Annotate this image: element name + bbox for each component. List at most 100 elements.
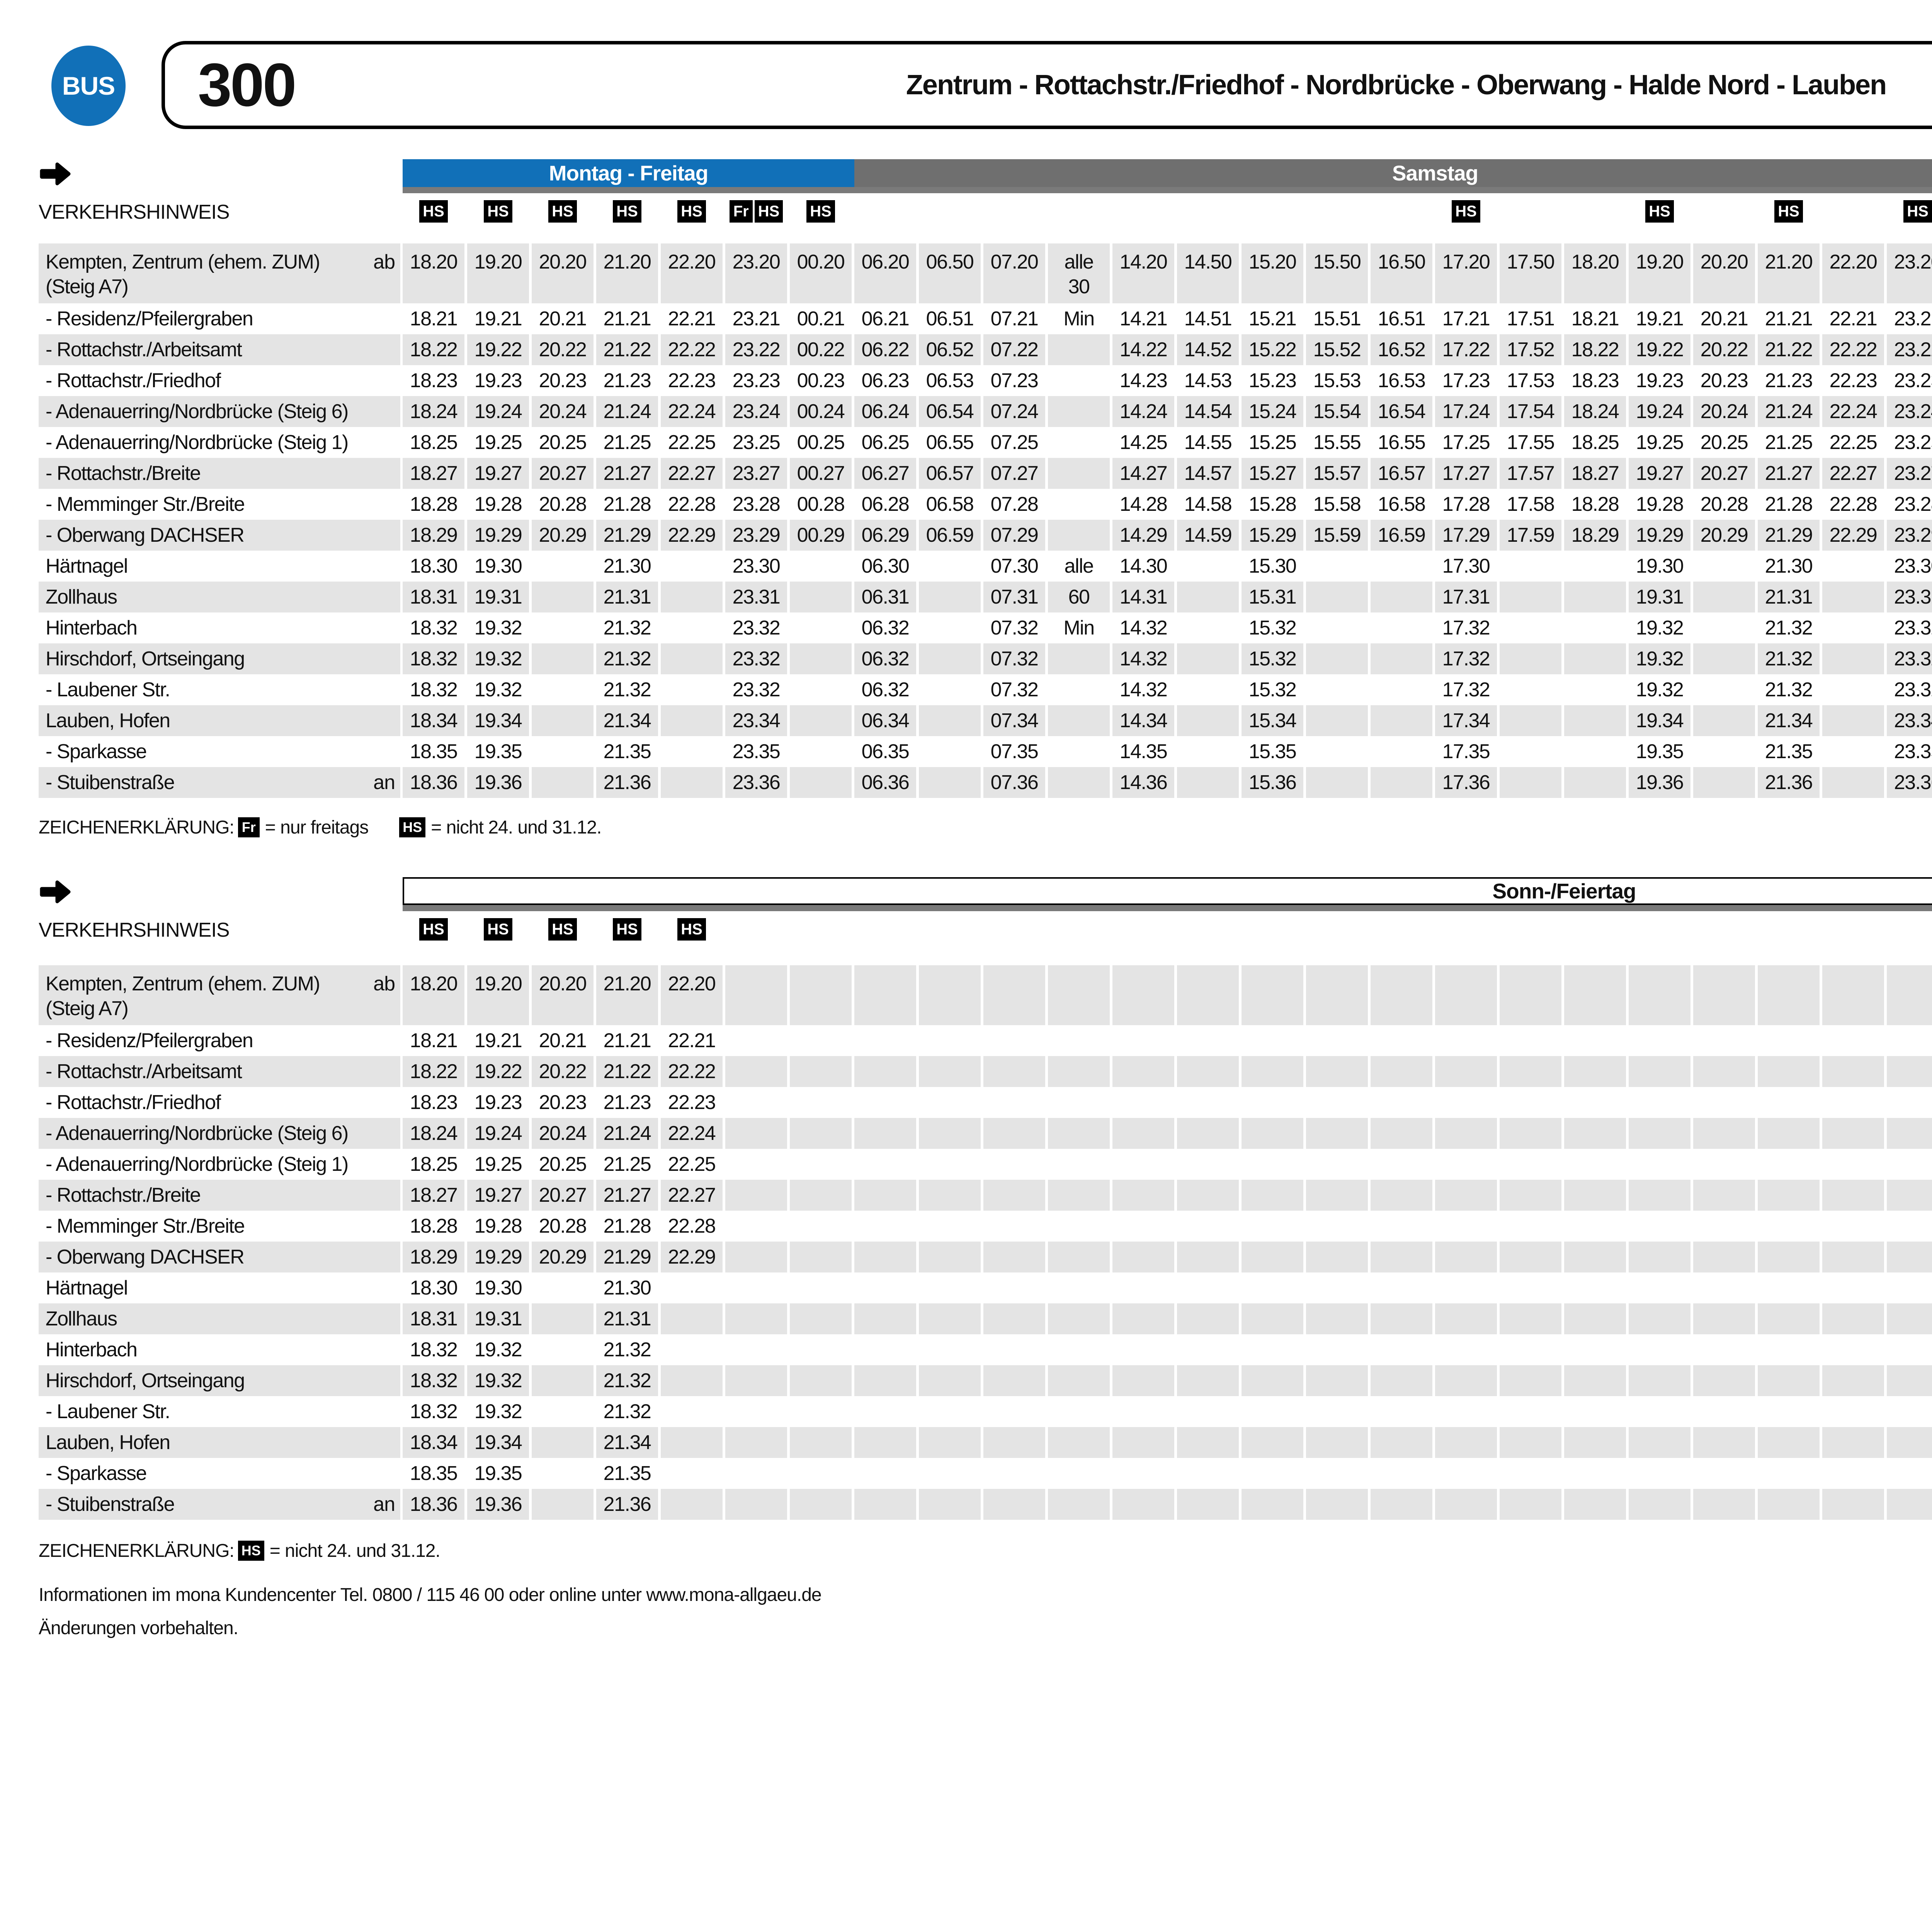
time-cell: 19.27 xyxy=(467,458,529,489)
cell-bg xyxy=(1112,1303,1174,1334)
time-cell: 23.20 xyxy=(1887,243,1932,274)
time-cell: 17.55 xyxy=(1500,427,1561,458)
time-cell: 17.32 xyxy=(1435,643,1497,674)
fr-badge: Fr xyxy=(730,200,753,223)
cell-bg xyxy=(1112,1365,1174,1396)
time-cell: 19.29 xyxy=(467,1242,529,1272)
traffic-note-marks: HS xyxy=(1435,200,1497,223)
time-cell: 14.25 xyxy=(1112,427,1174,458)
time-cell: 18.36 xyxy=(403,1489,464,1520)
time-cell: 21.29 xyxy=(596,520,658,551)
time-cell: 00.21 xyxy=(790,303,852,334)
station-name: - Rottachstr./Arbeitsamt xyxy=(46,334,242,365)
cell-bg xyxy=(1693,965,1755,1025)
time-cell: 14.54 xyxy=(1177,396,1239,427)
time-cell: 20.22 xyxy=(532,334,594,365)
frequency-note: alle xyxy=(1048,551,1110,582)
cell-bg xyxy=(532,705,594,736)
time-cell: 14.27 xyxy=(1112,458,1174,489)
cell-bg xyxy=(1177,1427,1239,1458)
time-cell: 19.21 xyxy=(467,303,529,334)
time-cell: 14.35 xyxy=(1112,736,1174,767)
time-cell: 21.23 xyxy=(596,365,658,396)
time-cell: 18.32 xyxy=(403,674,464,705)
hs-badge: HS xyxy=(484,200,512,223)
time-cell: 17.36 xyxy=(1435,767,1497,798)
cell-bg xyxy=(919,1303,981,1334)
time-cell: 21.22 xyxy=(596,334,658,365)
hs-badge: HS xyxy=(1645,200,1674,223)
time-cell: 18.32 xyxy=(403,1396,464,1427)
cell-bg xyxy=(1822,1303,1884,1334)
legend-text: = nicht 24. und 31.12. xyxy=(270,1540,440,1562)
station-name: - Sparkasse xyxy=(46,1458,146,1489)
cell-bg xyxy=(1758,1180,1820,1211)
time-cell: 22.29 xyxy=(1822,520,1884,551)
time-cell: 15.29 xyxy=(1242,520,1303,551)
cell-bg xyxy=(1758,1427,1820,1458)
cell-bg xyxy=(1564,1303,1626,1334)
cell-bg xyxy=(1048,1365,1110,1396)
station-name: - Oberwang DACHSER xyxy=(46,520,244,551)
time-cell: 15.32 xyxy=(1242,674,1303,705)
time-cell: 19.25 xyxy=(467,427,529,458)
time-cell: 19.32 xyxy=(1629,643,1690,674)
cell-bg xyxy=(1371,705,1432,736)
cell-bg xyxy=(1887,1427,1932,1458)
traffic-note-marks: HS xyxy=(596,918,658,941)
time-cell: 17.59 xyxy=(1500,520,1561,551)
time-cell: 15.55 xyxy=(1306,427,1368,458)
cell-bg xyxy=(1112,1180,1174,1211)
cell-bg xyxy=(1822,767,1884,798)
time-cell: 23.20 xyxy=(725,243,787,274)
cell-bg xyxy=(983,1427,1045,1458)
cell-bg xyxy=(1693,1180,1755,1211)
cell-bg xyxy=(1822,1056,1884,1087)
cell-bg xyxy=(1500,1180,1561,1211)
hs-badge: HS xyxy=(484,918,512,941)
cell-bg xyxy=(1564,1365,1626,1396)
time-cell: 07.30 xyxy=(983,551,1045,582)
cell-bg xyxy=(1242,1489,1303,1520)
time-cell: 14.53 xyxy=(1177,365,1239,396)
frequency-note: alle 30 xyxy=(1048,243,1110,299)
cell-bg xyxy=(1822,582,1884,612)
time-cell: 14.22 xyxy=(1112,334,1174,365)
station-name: - Oberwang DACHSER xyxy=(46,1242,244,1272)
time-cell: 23.32 xyxy=(725,643,787,674)
time-cell: 15.22 xyxy=(1242,334,1303,365)
cell-bg xyxy=(1112,1118,1174,1149)
depart-arrive-tag: an xyxy=(345,1489,395,1520)
time-cell: 20.24 xyxy=(532,1118,594,1149)
cell-bg xyxy=(1306,1427,1368,1458)
station-name: - Sparkasse xyxy=(46,736,146,767)
time-cell: 17.34 xyxy=(1435,705,1497,736)
time-cell: 07.23 xyxy=(983,365,1045,396)
table-row: - Rottachstr./Arbeitsamt18.2219.2220.222… xyxy=(0,334,1932,365)
cell-bg xyxy=(1112,1056,1174,1087)
time-cell: 07.36 xyxy=(983,767,1045,798)
cell-bg xyxy=(854,965,916,1025)
hs-badge: HS xyxy=(419,918,448,941)
time-cell: 14.59 xyxy=(1177,520,1239,551)
time-cell: 07.31 xyxy=(983,582,1045,612)
time-cell: 23.29 xyxy=(725,520,787,551)
time-cell: 23.31 xyxy=(1887,582,1932,612)
time-cell: 18.25 xyxy=(403,427,464,458)
hs-badge: HS xyxy=(1903,200,1932,223)
time-cell: 18.32 xyxy=(403,1365,464,1396)
station-name: Zollhaus xyxy=(46,582,117,612)
time-cell: 18.24 xyxy=(1564,396,1626,427)
cell-bg xyxy=(1822,1242,1884,1272)
time-cell: 20.29 xyxy=(532,520,594,551)
time-cell: 15.53 xyxy=(1306,365,1368,396)
table-row: Härtnagel18.3019.3021.3023.3006.3007.30a… xyxy=(0,551,1932,582)
cell-bg xyxy=(1306,1365,1368,1396)
time-cell: 06.21 xyxy=(854,303,916,334)
time-cell: 18.23 xyxy=(403,365,464,396)
cell-bg xyxy=(1758,1303,1820,1334)
time-cell: 20.23 xyxy=(532,365,594,396)
table-row: Kempten, Zentrum (ehem. ZUM) (Steig A7)a… xyxy=(0,965,1932,1025)
time-cell: 21.35 xyxy=(596,736,658,767)
time-cell: 06.32 xyxy=(854,612,916,643)
